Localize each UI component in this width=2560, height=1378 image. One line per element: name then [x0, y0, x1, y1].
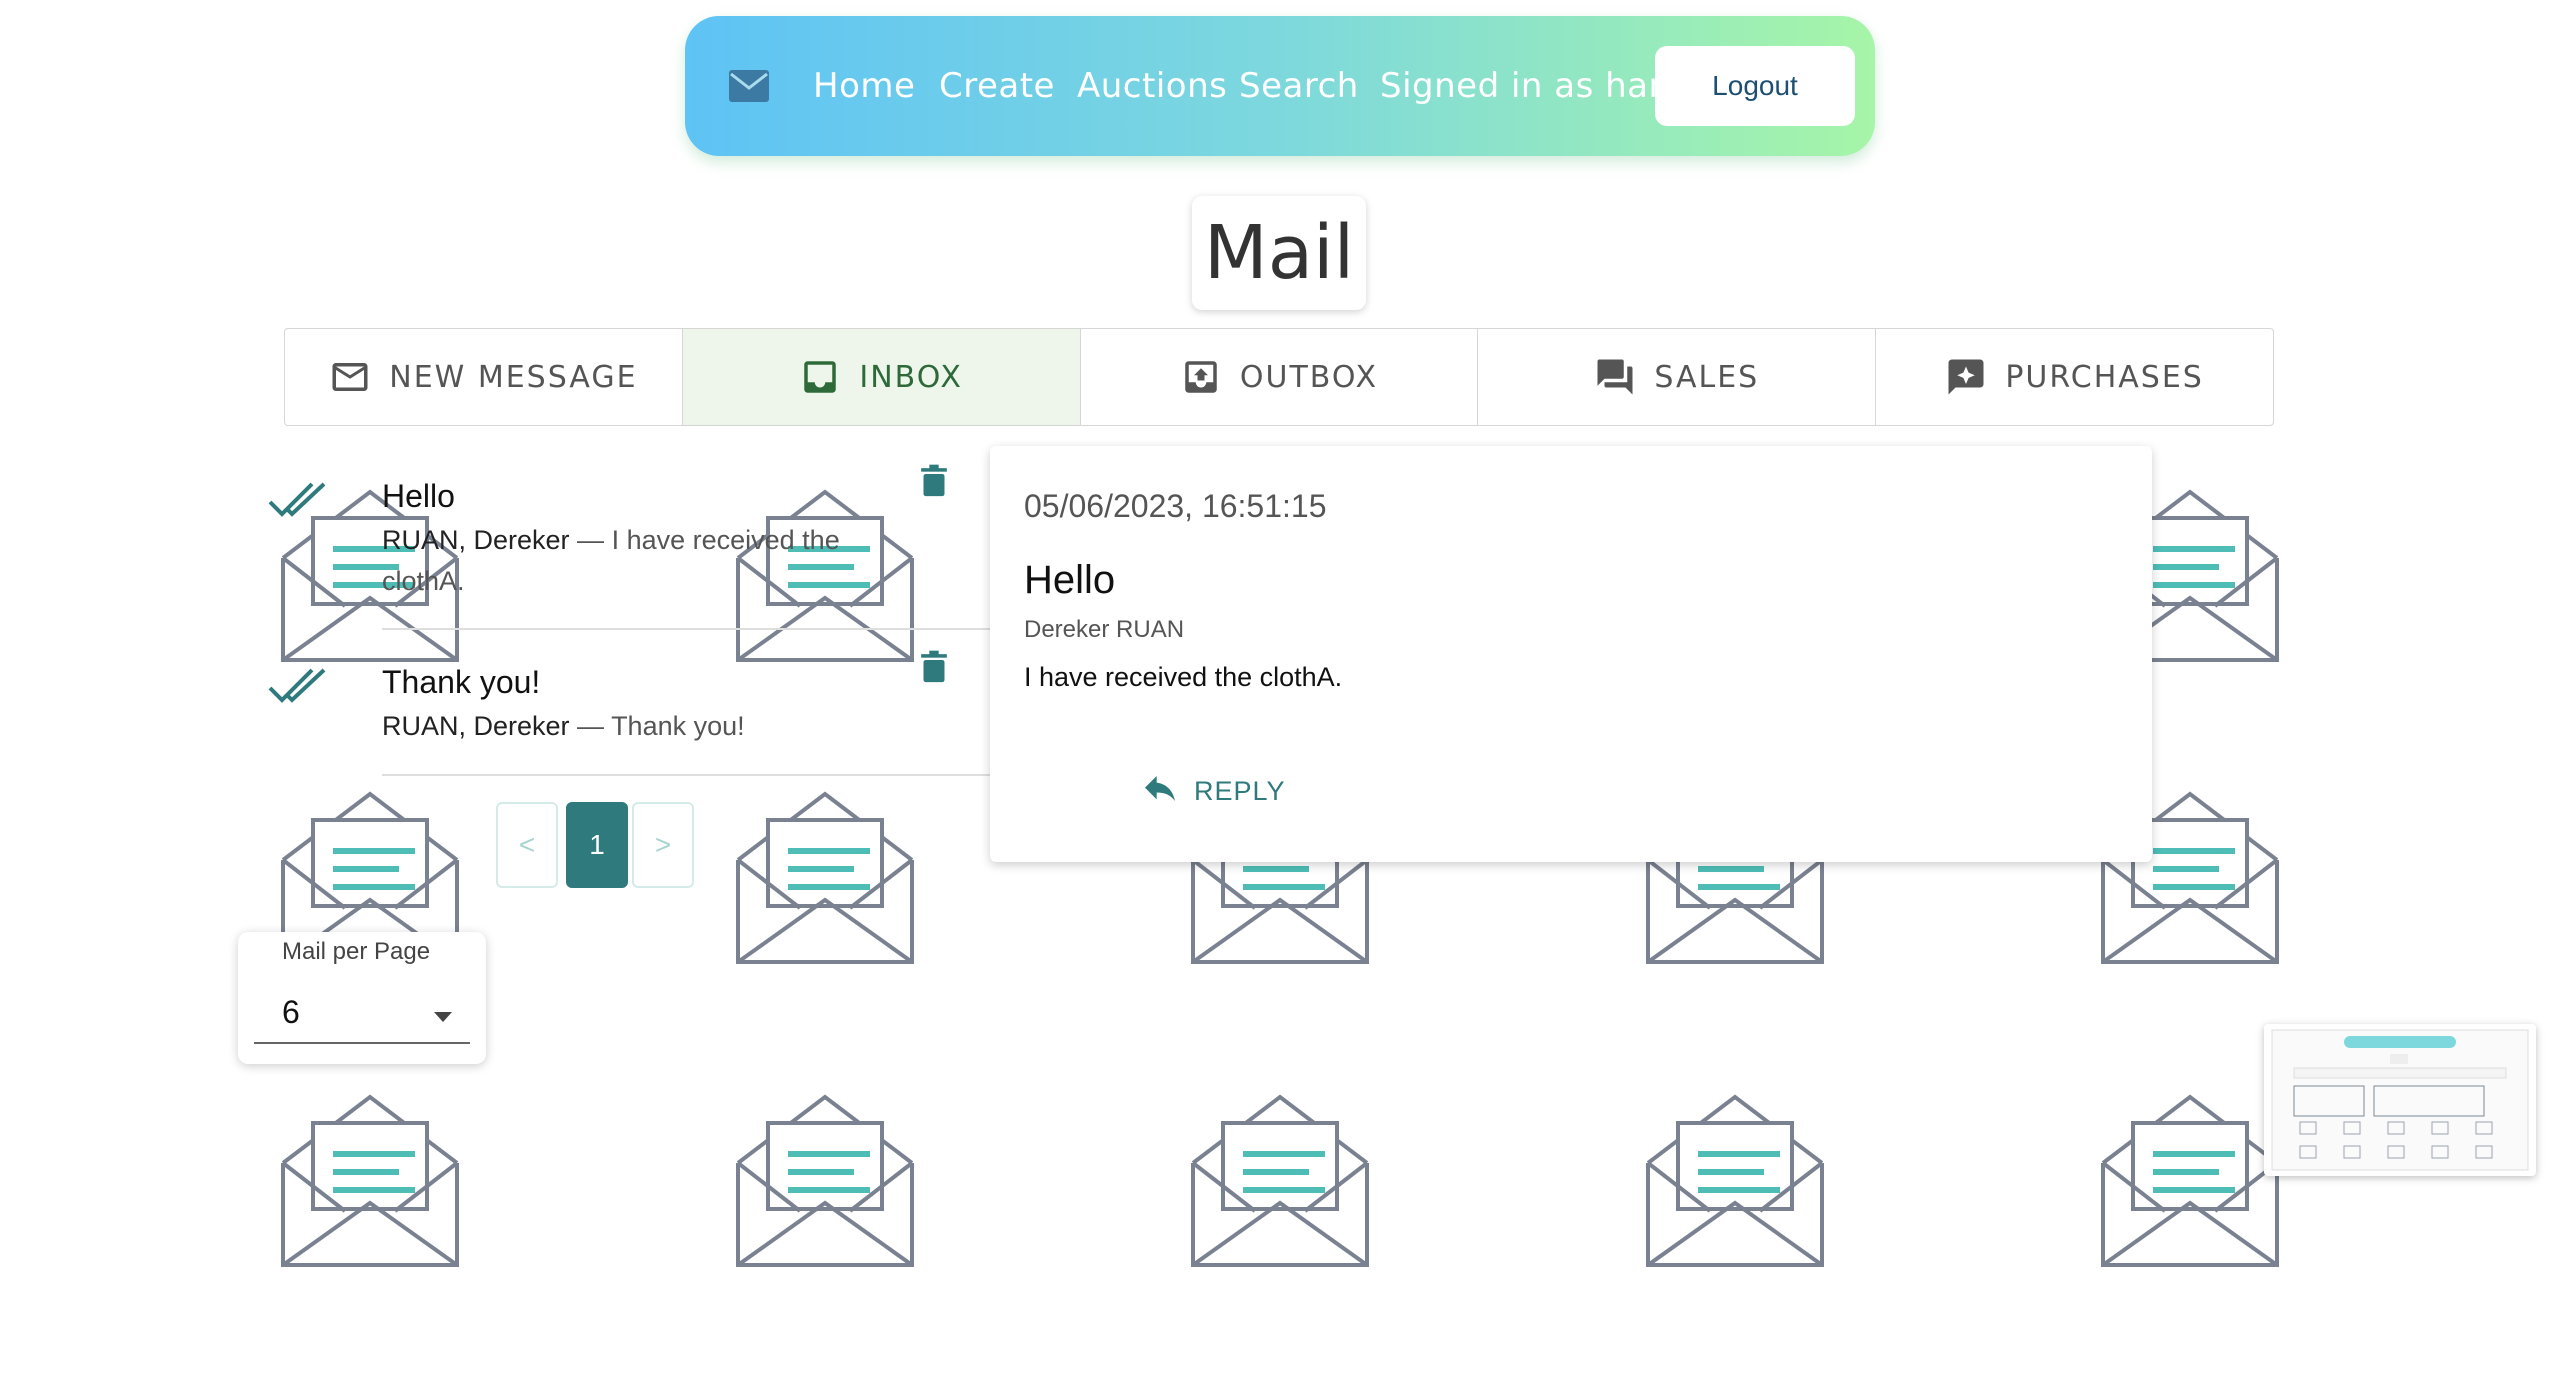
page-title: Mail — [1203, 210, 1355, 296]
nav-create-link[interactable]: Create — [939, 60, 1055, 112]
list-item[interactable]: Thank you! RUAN, Dereker — Thank you! — [260, 630, 990, 776]
mail-detail-from: Dereker RUAN — [1024, 616, 1185, 643]
tab-label: OUTBOX — [1239, 359, 1379, 395]
reply-label: REPLY — [1194, 775, 1286, 806]
inbox-icon — [804, 361, 837, 393]
tab-purchases[interactable]: PURCHASES — [1876, 329, 2273, 425]
mail-icon[interactable] — [727, 66, 771, 106]
nav-search-link[interactable]: Search — [1239, 60, 1359, 112]
tab-label: PURCHASES — [2005, 359, 2204, 395]
select-underline — [254, 1042, 470, 1044]
reply-icon — [1145, 776, 1175, 801]
double-check-icon — [268, 668, 326, 703]
separator: — — [569, 711, 612, 741]
mail-subject: Hello — [382, 478, 455, 514]
delete-icon[interactable] — [920, 464, 948, 498]
pagination-next-button[interactable]: > — [632, 802, 694, 888]
mail-outline-icon — [332, 363, 368, 391]
mail-tabs: NEW MESSAGE INBOX OUTBOX SALES PURCHASES — [284, 328, 2274, 426]
mail-preview: RUAN, Dereker — I have received the clot… — [382, 520, 902, 602]
logout-button[interactable]: Logout — [1655, 46, 1855, 126]
nav-home-link[interactable]: Home — [813, 60, 915, 112]
tab-new-message[interactable]: NEW MESSAGE — [285, 329, 683, 425]
outbox-icon — [1185, 361, 1217, 393]
mail-preview: RUAN, Dereker — Thank you! — [382, 706, 902, 747]
preview-image — [2271, 1029, 2529, 1171]
tab-sales[interactable]: SALES — [1478, 329, 1877, 425]
delete-icon[interactable] — [920, 650, 948, 684]
mail-detail-card: 05/06/2023, 16:51:15 Hello Dereker RUAN … — [990, 446, 2152, 862]
pagination-prev-button[interactable]: < — [496, 802, 558, 888]
envelope-illustration-icon — [1185, 1093, 1375, 1273]
mail-per-page-select[interactable]: Mail per Page 6 — [238, 932, 486, 1064]
per-page-label: Mail per Page — [282, 938, 431, 965]
tab-outbox[interactable]: OUTBOX — [1081, 329, 1479, 425]
pagination-page-1[interactable]: 1 — [566, 802, 628, 888]
dropdown-arrow-icon — [434, 1012, 452, 1022]
mail-subject: Thank you! — [382, 664, 541, 700]
page-title-card: Mail — [1192, 196, 1366, 310]
mail-snippet: Thank you! — [611, 711, 745, 741]
signed-in-user: Signed in as hans — [1380, 66, 1689, 106]
mail-sender: RUAN, Dereker — [382, 525, 570, 555]
envelope-illustration-icon — [1640, 1093, 1830, 1273]
envelope-illustration-icon — [2095, 1093, 2285, 1273]
top-nav-bar: Home Create Auctions Search Signed in as… — [685, 16, 1875, 156]
mail-date: 05/06/2023, 16:51:15 — [1024, 488, 1327, 524]
tab-label: SALES — [1654, 359, 1760, 395]
reply-button[interactable]: REPLY — [1140, 774, 1286, 808]
double-check-icon — [268, 482, 326, 517]
mail-detail-body: I have received the clothA. — [1024, 662, 1343, 692]
list-item[interactable]: Hello RUAN, Dereker — I have received th… — [260, 440, 990, 630]
mail-detail-subject: Hello — [1024, 558, 1116, 602]
tab-label: INBOX — [859, 359, 963, 395]
separator: — — [569, 525, 612, 555]
page-preview-thumbnail[interactable] — [2264, 1024, 2536, 1176]
envelope-illustration-icon — [275, 1093, 465, 1273]
per-page-value: 6 — [282, 994, 300, 1030]
nav-auctions-link[interactable]: Auctions — [1077, 60, 1227, 112]
envelope-illustration-icon — [730, 790, 920, 970]
tab-label: NEW MESSAGE — [389, 359, 638, 395]
envelope-illustration-icon — [730, 1093, 920, 1273]
divider — [382, 774, 990, 776]
mail-sender: RUAN, Dereker — [382, 711, 570, 741]
tab-inbox[interactable]: INBOX — [682, 329, 1081, 425]
forum-icon — [1597, 359, 1633, 395]
chat-star-icon — [1948, 359, 1984, 395]
